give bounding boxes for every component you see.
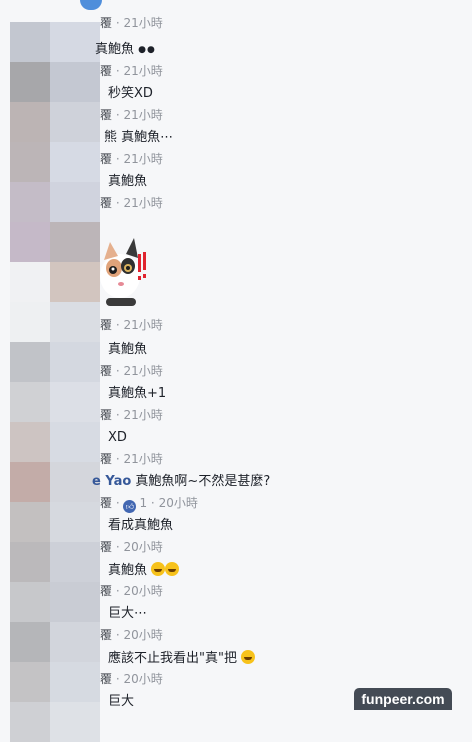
comment-text: 應該不止我看出"真"把	[108, 651, 237, 666]
comment-text: 秒笑XD	[108, 86, 153, 101]
grinning-emoji-icon	[241, 650, 256, 664]
comment-text: 巨大⋯	[108, 606, 148, 621]
reply-link[interactable]: 覆	[100, 108, 112, 122]
reply-link[interactable]: 覆	[100, 672, 112, 686]
reply-link[interactable]: 覆	[100, 584, 112, 598]
comment-text: 看成真鮑魚	[108, 518, 174, 533]
comment-text: XD	[108, 430, 127, 445]
timestamp[interactable]: 21小時	[123, 152, 162, 166]
comment-text: 真鮑魚	[108, 174, 148, 189]
comment-meta: 覆 · 21小時	[100, 318, 163, 332]
comment-meta: 覆 · 20小時	[100, 672, 163, 686]
reply-link[interactable]: 覆	[100, 364, 112, 378]
comment-meta: 覆 · 21小時	[100, 408, 163, 422]
like-badge-icon[interactable]: 👍︎	[123, 500, 137, 513]
comment-meta: 覆 · 21小時	[100, 196, 163, 210]
timestamp[interactable]: 21小時	[123, 364, 162, 378]
reply-link[interactable]: 覆	[100, 540, 112, 554]
timestamp[interactable]: 21小時	[123, 64, 162, 78]
laughing-emoji-icon	[151, 562, 166, 576]
comment-author[interactable]: e Yao	[92, 474, 131, 489]
reply-link[interactable]: 覆	[100, 496, 112, 510]
watermark: funpeer.com	[354, 688, 452, 710]
timestamp[interactable]: 21小時	[123, 408, 162, 422]
reply-link[interactable]: 覆	[100, 318, 112, 332]
laughing-emoji-icon	[165, 562, 180, 576]
timestamp[interactable]: 20小時	[159, 496, 198, 510]
comment-meta: 覆 · 21小時	[100, 364, 163, 378]
blurred-avatars-strip	[10, 22, 100, 742]
comment-meta: 覆 · 21小時	[100, 16, 163, 30]
comment-text: 熊 真鮑魚⋯	[104, 130, 174, 145]
timestamp[interactable]: 20小時	[123, 672, 162, 686]
comment-text: 真鮑魚+1	[108, 386, 167, 401]
comment-meta: 覆 · 21小時	[100, 452, 163, 466]
reply-link[interactable]: 覆	[100, 64, 112, 78]
timestamp[interactable]: 21小時	[123, 16, 162, 30]
reply-link[interactable]: 覆	[100, 196, 112, 210]
timestamp[interactable]: 20小時	[123, 540, 162, 554]
comment-text: 巨大	[108, 694, 135, 709]
comment-text: 真鮑魚啊~不然是甚麼?	[135, 474, 271, 489]
comment-text: 真鮑魚	[108, 342, 148, 357]
reply-link[interactable]: 覆	[100, 408, 112, 422]
like-count[interactable]: 1	[139, 496, 147, 510]
timestamp[interactable]: 21小時	[123, 452, 162, 466]
comment-meta: 覆 · 21小時	[100, 152, 163, 166]
timestamp[interactable]: 20小時	[123, 628, 162, 642]
comment-meta: 覆 · 21小時	[100, 64, 163, 78]
comment-meta: 覆 · 20小時	[100, 584, 163, 598]
reply-link[interactable]: 覆	[100, 452, 112, 466]
timestamp[interactable]: 20小時	[123, 584, 162, 598]
reply-link[interactable]: 覆	[100, 628, 112, 642]
timestamp[interactable]: 21小時	[123, 196, 162, 210]
comment-text: 真鮑魚	[95, 42, 135, 57]
reply-link[interactable]: 覆	[100, 152, 112, 166]
comment-meta: 覆 · 20小時	[100, 540, 163, 554]
comment-meta: 覆 · 20小時	[100, 628, 163, 642]
comment-meta: 覆 · 👍︎ 1 · 20小時	[100, 496, 198, 513]
comment-text: 真鮑魚	[108, 563, 148, 578]
eyes-emoji-icon: ●●	[138, 45, 156, 55]
cat-sticker	[100, 238, 146, 306]
comment-meta: 覆 · 21小時	[100, 108, 163, 122]
reply-link[interactable]: 覆	[100, 16, 112, 30]
timestamp[interactable]: 21小時	[123, 108, 162, 122]
timestamp[interactable]: 21小時	[123, 318, 162, 332]
bird-icon	[80, 0, 102, 10]
